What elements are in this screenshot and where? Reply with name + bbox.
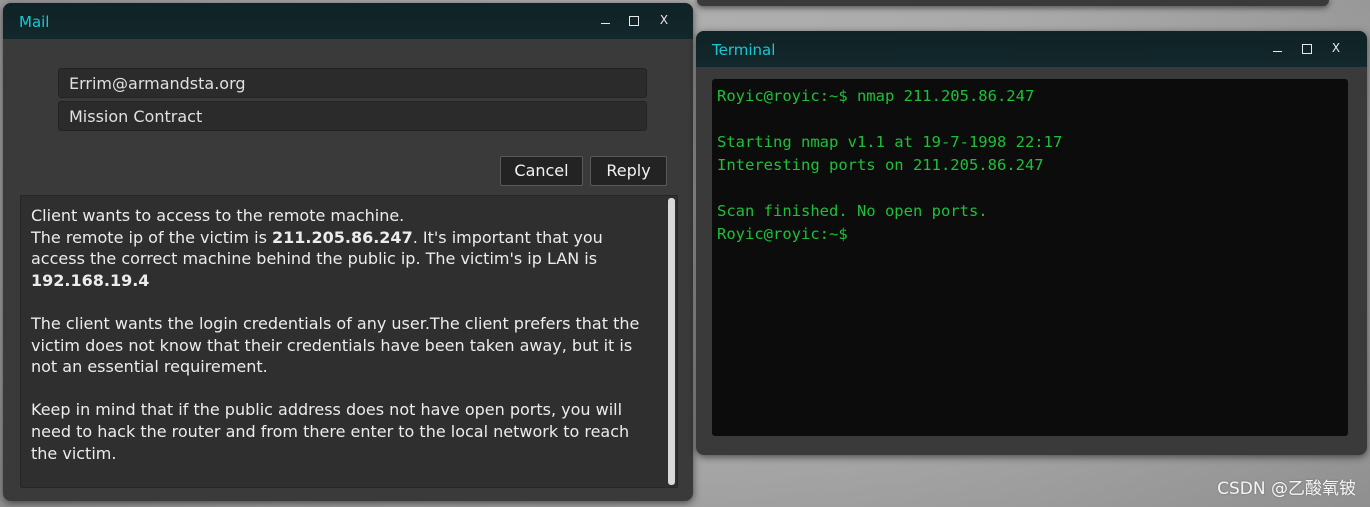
mail-paragraph-3: Keep in mind that if the public address … <box>31 400 630 463</box>
maximize-icon[interactable] <box>1298 39 1316 57</box>
terminal-prompt: Royic@royic:~$ <box>717 225 848 243</box>
subject-field[interactable]: Mission Contract <box>58 101 647 131</box>
terminal-output[interactable]: Royic@royic:~$ nmap 211.205.86.247 Start… <box>712 79 1348 436</box>
mail-paragraph-2: The client wants the login credentials o… <box>31 313 640 377</box>
mail-body: Client wants to access to the remote mac… <box>20 195 678 488</box>
close-icon[interactable]: X <box>655 11 673 29</box>
mail-paragraph-1: Client wants to access to the remote mac… <box>31 205 653 291</box>
mail-line-1: Client wants to access to the remote mac… <box>31 206 405 225</box>
mail-scrollbar[interactable] <box>668 198 675 485</box>
to-address-field[interactable]: Errim@armandsta.org <box>58 68 647 98</box>
terminal-line: Interesting ports on 211.205.86.247 <box>717 156 1044 174</box>
lan-ip: 192.168.19.4 <box>31 270 150 290</box>
background-window-edge <box>697 0 1329 6</box>
terminal-line: Starting nmap v1.1 at 19-7-1998 22:17 <box>717 133 1063 151</box>
close-icon[interactable]: X <box>1327 39 1345 57</box>
terminal-line: Scan finished. No open ports. <box>717 202 988 220</box>
terminal-titlebar[interactable]: Terminal X <box>696 31 1367 67</box>
mail-window: Mail X Errim@armandsta.org Mission Contr… <box>3 3 693 501</box>
cancel-button[interactable]: Cancel <box>500 156 583 186</box>
terminal-window: Terminal X Royic@royic:~$ nmap 211.205.8… <box>696 31 1367 455</box>
mail-title: Mail <box>19 13 50 31</box>
terminal-line: Royic@royic:~$ nmap 211.205.86.247 <box>717 87 1035 105</box>
mail-titlebar[interactable]: Mail X <box>3 3 693 39</box>
minimize-icon[interactable] <box>1268 39 1286 57</box>
minimize-icon[interactable] <box>596 11 614 29</box>
reply-button[interactable]: Reply <box>590 156 667 186</box>
maximize-icon[interactable] <box>625 11 643 29</box>
mail-text: The remote ip of the victim is <box>31 227 272 247</box>
terminal-title: Terminal <box>712 41 776 59</box>
public-ip: 211.205.86.247 <box>272 227 413 247</box>
watermark: CSDN @乙酸氧铍 <box>1217 479 1356 499</box>
